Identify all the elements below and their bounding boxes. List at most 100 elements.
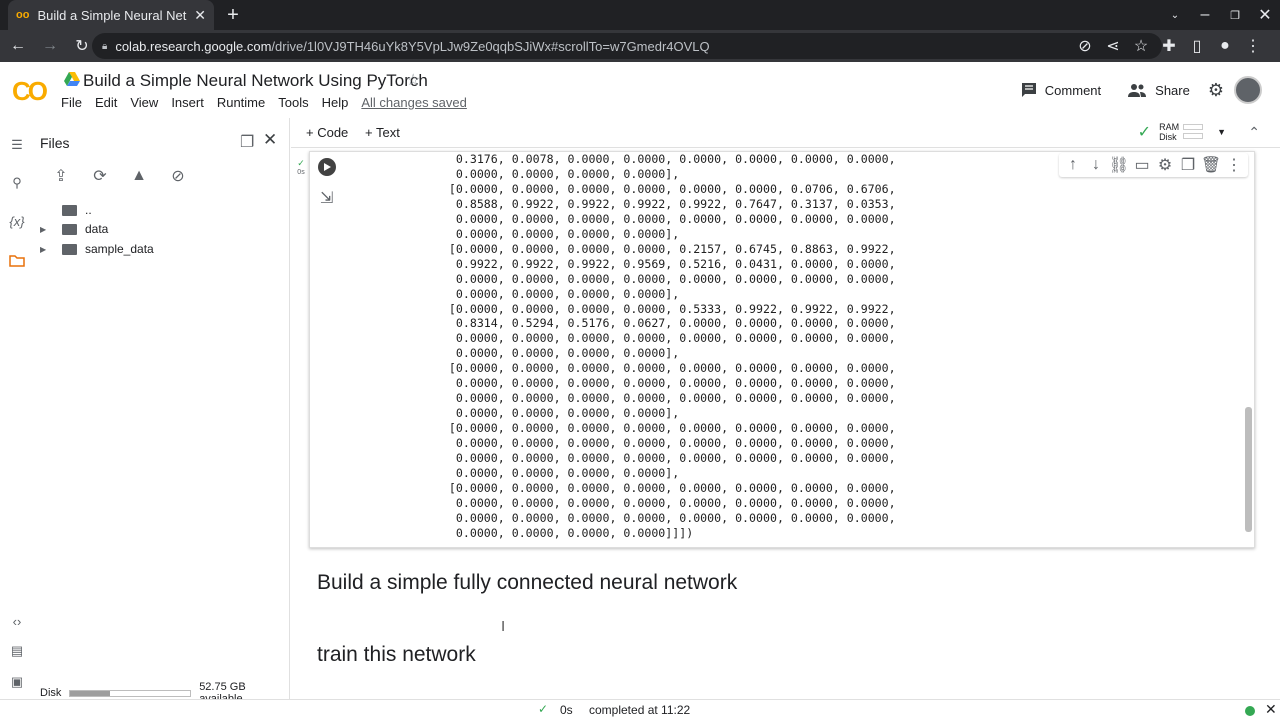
terminal-icon[interactable]: ▣ bbox=[6, 671, 28, 693]
tree-row-parent[interactable]: .. bbox=[40, 201, 92, 219]
comment-cell-icon[interactable]: ▭ bbox=[1132, 155, 1152, 175]
save-status[interactable]: All changes saved bbox=[361, 95, 467, 110]
menu-insert[interactable]: Insert bbox=[171, 95, 204, 110]
comment-icon bbox=[1021, 82, 1037, 98]
tree-row-data[interactable]: ▶ data bbox=[40, 220, 108, 238]
output-line: 0.0000, 0.0000, 0.0000, 0.0000, 0.0000, … bbox=[414, 510, 896, 525]
menu-file[interactable]: File bbox=[61, 95, 82, 110]
move-down-icon[interactable]: ↓ bbox=[1086, 155, 1106, 175]
menu-help[interactable]: Help bbox=[322, 95, 349, 110]
status-duration: 0s bbox=[560, 703, 573, 717]
link-icon[interactable]: ⛓ bbox=[1109, 155, 1129, 175]
tree-label-sample-data: sample_data bbox=[85, 242, 154, 256]
refresh-folder-icon[interactable]: ⟳ bbox=[89, 165, 111, 187]
address-bar[interactable]: 🔒︎ colab.research.google.com/drive/1l0VJ… bbox=[92, 33, 1162, 59]
output-line: 0.8588, 0.9922, 0.9922, 0.9922, 0.9922, … bbox=[414, 196, 896, 211]
open-in-tab-icon[interactable]: ❐ bbox=[240, 132, 254, 152]
output-line: 0.3176, 0.0078, 0.0000, 0.0000, 0.0000, … bbox=[414, 152, 896, 166]
share-page-icon[interactable]: ⋖ bbox=[1100, 33, 1126, 59]
files-folder-icon[interactable] bbox=[6, 250, 28, 272]
menu-edit[interactable]: Edit bbox=[95, 95, 117, 110]
ram-bar bbox=[1183, 124, 1204, 130]
variables-icon[interactable]: {x} bbox=[6, 210, 28, 232]
sidepanel-icon[interactable]: ▯ bbox=[1184, 33, 1210, 59]
output-scrollbar[interactable] bbox=[1245, 152, 1253, 542]
code-cell[interactable]: ✓ 0s ⇲ 0.3176, 0.0078, 0.0000, 0.0000, 0… bbox=[297, 151, 1255, 548]
disk-usage-bar bbox=[69, 689, 192, 697]
mount-drive-icon[interactable]: ▲ bbox=[128, 165, 150, 187]
notebook-title[interactable]: Build a Simple Neural Network Using PyTo… bbox=[83, 71, 428, 91]
command-palette-icon[interactable]: ▤ bbox=[6, 640, 28, 662]
resources-indicator[interactable]: ✓ RAM Disk ▼ bbox=[1138, 121, 1226, 142]
eye-off-icon[interactable]: ⊘ bbox=[1072, 33, 1098, 59]
share-button[interactable]: Share bbox=[1119, 79, 1198, 102]
back-icon[interactable]: ← bbox=[4, 32, 32, 60]
output-line: [0.0000, 0.0000, 0.0000, 0.0000, 0.5333,… bbox=[414, 301, 896, 316]
output-line: [0.0000, 0.0000, 0.0000, 0.0000, 0.2157,… bbox=[414, 241, 896, 256]
run-cell-button[interactable] bbox=[318, 158, 336, 176]
maximize-icon[interactable]: ❐ bbox=[1220, 0, 1250, 30]
profile-icon[interactable]: ● bbox=[1212, 33, 1238, 59]
collapse-header-icon[interactable]: ⌃ bbox=[1248, 124, 1260, 141]
move-up-icon[interactable]: ↑ bbox=[1063, 155, 1083, 175]
output-line: 0.0000, 0.0000, 0.0000, 0.0000], bbox=[414, 286, 680, 301]
bookmark-star-icon[interactable]: ☆ bbox=[1128, 33, 1154, 59]
ram-label: RAM bbox=[1159, 121, 1180, 132]
browser-toolbar: ← → ↻ 🔒︎ colab.research.google.com/drive… bbox=[0, 30, 1280, 62]
table-of-contents-icon[interactable]: ☰ bbox=[6, 134, 28, 156]
expand-arrow-icon[interactable]: ▶ bbox=[40, 225, 54, 234]
chrome-menu-icon[interactable]: ⋮ bbox=[1240, 33, 1266, 59]
close-status-icon[interactable]: ✕ bbox=[1265, 701, 1277, 718]
close-tab-icon[interactable]: ✕ bbox=[194, 7, 206, 24]
code-snippets-icon[interactable]: ‹› bbox=[6, 610, 28, 632]
colab-logo[interactable]: CO bbox=[12, 76, 48, 107]
menu-tools[interactable]: Tools bbox=[278, 95, 308, 110]
menu-bar: File Edit View Insert Runtime Tools Help… bbox=[61, 95, 480, 110]
scroll-thumb[interactable] bbox=[1245, 407, 1252, 532]
search-icon[interactable]: ⚲ bbox=[6, 172, 28, 194]
upload-file-icon[interactable]: ⇪ bbox=[50, 165, 72, 187]
browser-tab-bar: oo Build a Simple Neural Net ✕ + ⌄ – ❐ ✕ bbox=[0, 0, 1280, 30]
new-tab-icon[interactable]: + bbox=[222, 4, 244, 26]
add-code-button[interactable]: + Code bbox=[306, 125, 348, 140]
output-line: 0.0000, 0.0000, 0.0000, 0.0000, 0.0000, … bbox=[414, 391, 896, 406]
tab-search-icon[interactable]: ⌄ bbox=[1160, 0, 1190, 30]
output-actions-icon[interactable]: ⇲ bbox=[320, 188, 333, 208]
text-cell-heading[interactable]: train this network bbox=[317, 643, 476, 667]
disk-label: Disk bbox=[40, 687, 62, 699]
text-cell-heading[interactable]: Build a simple fully connected neural ne… bbox=[317, 571, 737, 595]
output-line: 0.0000, 0.0000, 0.0000, 0.0000], bbox=[414, 406, 680, 421]
output-line: [0.0000, 0.0000, 0.0000, 0.0000, 0.0000,… bbox=[414, 480, 896, 495]
folder-icon bbox=[62, 243, 77, 255]
browser-tab-active[interactable]: oo Build a Simple Neural Net ✕ bbox=[8, 0, 214, 30]
close-window-icon[interactable]: ✕ bbox=[1250, 0, 1280, 30]
comment-button[interactable]: Comment bbox=[1013, 78, 1109, 102]
star-icon[interactable]: ☆ bbox=[406, 70, 420, 90]
forward-icon[interactable]: → bbox=[36, 32, 64, 60]
menu-runtime[interactable]: Runtime bbox=[217, 95, 265, 110]
close-panel-icon[interactable]: ✕ bbox=[263, 130, 277, 150]
output-line: 0.9922, 0.9922, 0.9922, 0.9569, 0.5216, … bbox=[414, 256, 896, 271]
menu-view[interactable]: View bbox=[130, 95, 158, 110]
google-drive-icon bbox=[64, 72, 80, 86]
hide-files-icon[interactable]: ⊘ bbox=[167, 165, 189, 187]
disk-usage-fill bbox=[70, 690, 110, 696]
settings-gear-icon[interactable]: ⚙ bbox=[1208, 80, 1224, 101]
extensions-icon[interactable]: ✚ bbox=[1156, 33, 1182, 59]
more-actions-icon[interactable]: ⋮ bbox=[1224, 155, 1244, 175]
cell-settings-icon[interactable]: ⚙ bbox=[1155, 155, 1175, 175]
user-avatar[interactable] bbox=[1234, 76, 1262, 104]
add-text-button[interactable]: + Text bbox=[365, 125, 400, 140]
tab-title: Build a Simple Neural Net bbox=[37, 7, 187, 23]
exec-check-icon: ✓ bbox=[297, 158, 305, 168]
tree-row-sample-data[interactable]: ▶ sample_data bbox=[40, 240, 154, 258]
minimize-icon[interactable]: – bbox=[1190, 0, 1220, 30]
connected-check-icon: ✓ bbox=[1137, 123, 1152, 141]
output-line: 0.0000, 0.0000, 0.0000, 0.0000, 0.0000, … bbox=[414, 436, 896, 451]
output-line: [0.0000, 0.0000, 0.0000, 0.0000, 0.0000,… bbox=[414, 361, 896, 376]
mirror-cell-icon[interactable]: ❐ bbox=[1178, 155, 1198, 175]
delete-cell-icon[interactable]: 🗑︎ bbox=[1201, 155, 1221, 175]
status-check-icon: ✓ bbox=[538, 702, 549, 716]
dropdown-icon[interactable]: ▼ bbox=[1217, 127, 1226, 137]
expand-arrow-icon[interactable]: ▶ bbox=[40, 245, 54, 254]
